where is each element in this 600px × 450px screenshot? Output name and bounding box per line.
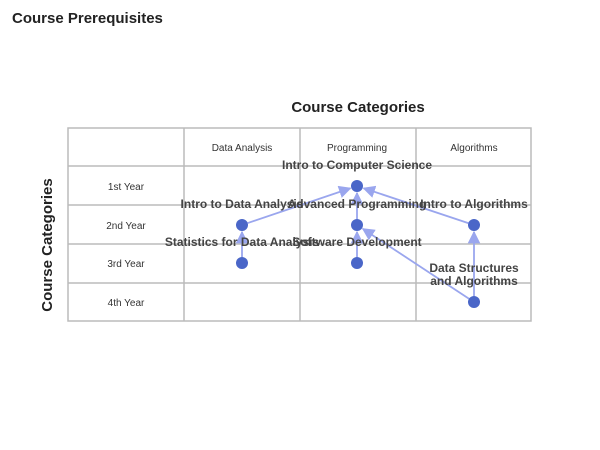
course-label-ida: Intro to Data Analysis [181, 197, 304, 211]
course-label-sd: Software Development [292, 235, 421, 249]
column-header: Algorithms [450, 143, 497, 154]
column-header: Programming [327, 143, 387, 154]
course-node-ap[interactable] [351, 219, 363, 231]
prerequisite-diagram: Course Categories Course Categories Data… [39, 99, 532, 322]
row-header: 3rd Year [107, 259, 145, 270]
course-node-dsa[interactable] [468, 296, 480, 308]
grid-table: Data Analysis Programming Algorithms 1st Ye… [67, 127, 532, 322]
course-node-sda[interactable] [236, 257, 248, 269]
course-node-ida[interactable] [236, 219, 248, 231]
row-header: 4th Year [108, 298, 145, 309]
course-label-ap: Advanced Programming [288, 197, 427, 211]
column-header: Data Analysis [212, 143, 273, 154]
course-label-ia: Intro to Algorithms [420, 197, 528, 211]
course-node-sd[interactable] [351, 257, 363, 269]
course-label-dsa: Data Structures [429, 261, 519, 275]
course-node-ia[interactable] [468, 219, 480, 231]
row-header: 2nd Year [106, 221, 146, 232]
side-axis-title: Course Categories [39, 178, 56, 311]
top-axis-title: Course Categories [291, 99, 424, 116]
course-node-cs[interactable] [351, 180, 363, 192]
row-header: 1st Year [108, 182, 145, 193]
course-label-cs: Intro to Computer Science [282, 158, 432, 172]
course-label-dsa: and Algorithms [430, 274, 518, 288]
